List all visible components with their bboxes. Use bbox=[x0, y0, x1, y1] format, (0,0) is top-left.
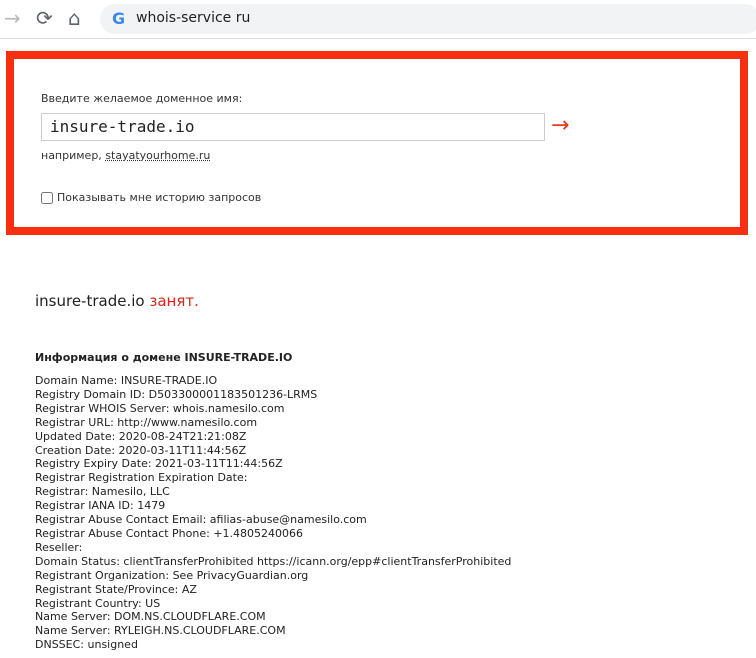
search-form: Введите желаемое доменное имя: insure-tr… bbox=[6, 51, 748, 235]
whois-line: Creation Date: 2020-03-11T11:44:56Z bbox=[35, 443, 247, 457]
home-icon[interactable]: ⌂ bbox=[68, 6, 81, 30]
url-text: whois-service ru bbox=[136, 10, 251, 26]
whois-line: Registrar URL: http://www.namesilo.com bbox=[35, 415, 258, 429]
whois-line: Registrar: Namesilo, LLC bbox=[35, 485, 170, 499]
whois-line: Registrant Organization: See PrivacyGuar… bbox=[35, 568, 309, 582]
whois-line: Registrant Country: US bbox=[35, 596, 161, 610]
whois-line: Registry Expiry Date: 2021-03-11T11:44:5… bbox=[35, 457, 283, 471]
history-checkbox[interactable] bbox=[41, 191, 53, 204]
history-checkbox-row[interactable]: Показывать мне историю запросов bbox=[41, 191, 261, 204]
domain-label: Введите желаемое доменное имя: bbox=[41, 92, 243, 105]
history-label: Показывать мне историю запросов bbox=[57, 191, 262, 204]
whois-line: Registrar Registration Expiration Date: bbox=[35, 471, 248, 485]
result-status: занят. bbox=[149, 292, 199, 310]
whois-line: Registrar Abuse Contact Email: afilias-a… bbox=[35, 513, 367, 527]
example-prefix: например, bbox=[41, 149, 102, 162]
whois-line: Updated Date: 2020-08-24T21:21:08Z bbox=[35, 429, 247, 443]
whois-line: Name Server: RYLEIGH.NS.CLOUDFLARE.COM bbox=[35, 624, 286, 638]
whois-line: Registrar WHOIS Server: whois.namesilo.c… bbox=[35, 401, 285, 415]
address-bar[interactable]: G whois-service ru bbox=[100, 4, 756, 34]
whois-line: DNSSEC: unsigned bbox=[35, 638, 138, 652]
reload-icon[interactable]: ⟳ bbox=[36, 6, 53, 30]
whois-line: Domain Name: INSURE-TRADE.IO bbox=[35, 374, 218, 387]
whois-line: Name Server: DOM.NS.CLOUDFLARE.COM bbox=[35, 610, 266, 624]
domain-input[interactable]: insure-trade.io bbox=[41, 113, 545, 141]
whois-info: Информация о домене INSURE-TRADE.IO Doma… bbox=[35, 351, 511, 652]
whois-line: Registrant State/Province: AZ bbox=[35, 582, 197, 596]
whois-line: Registrar Abuse Contact Phone: +1.480524… bbox=[35, 526, 304, 540]
whois-title: Информация о домене INSURE-TRADE.IO bbox=[35, 351, 293, 364]
result-heading: insure-trade.io занят. bbox=[35, 292, 199, 310]
whois-line: Registrar IANA ID: 1479 bbox=[35, 499, 166, 513]
example-link[interactable]: stayatyourhome.ru bbox=[105, 149, 210, 162]
example-text: например, stayatyourhome.ru bbox=[41, 149, 210, 162]
whois-line: Domain Status: clientTransferProhibited … bbox=[35, 554, 512, 568]
whois-line: Reseller: bbox=[35, 540, 83, 554]
result-domain: insure-trade.io bbox=[35, 292, 145, 310]
google-icon: G bbox=[112, 9, 126, 28]
whois-line: Registry Domain ID: D503300001183501236-… bbox=[35, 387, 318, 401]
forward-icon[interactable]: → bbox=[4, 6, 21, 30]
browser-toolbar: → ⟳ ⌂ G whois-service ru bbox=[0, 0, 756, 39]
submit-arrow-button[interactable]: → bbox=[551, 113, 569, 138]
